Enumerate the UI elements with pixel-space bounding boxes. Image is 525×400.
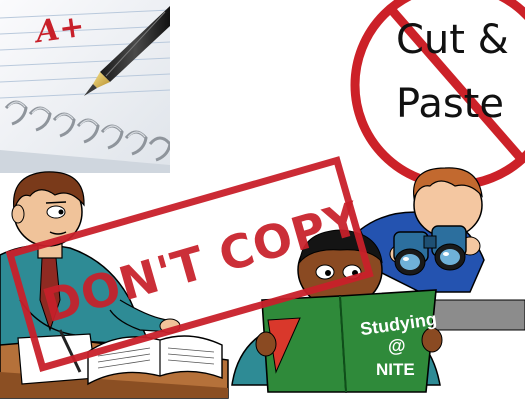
collage-canvas: A+ Cut & Paste DON'T COPY Studying @ NIT…: [0, 0, 525, 400]
book-title-line2: @: [388, 336, 406, 356]
cartoon-scene: [0, 156, 525, 399]
book-title-line3: NITE: [376, 360, 415, 379]
